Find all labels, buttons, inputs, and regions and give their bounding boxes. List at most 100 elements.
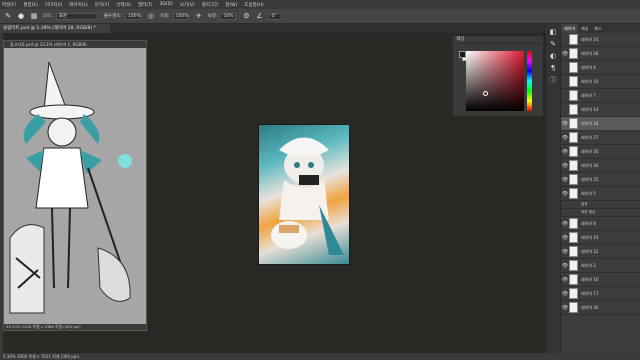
layer-name[interactable]: 레이어 27 [581,135,598,141]
layer-thumbnail [569,48,578,59]
brush-tool-icon[interactable]: ✎ [4,12,12,20]
layer-row[interactable]: 👁 레이어 19 [561,231,640,245]
layer-name[interactable]: 레이어 24 [581,37,598,43]
layer-name[interactable]: 레이어 14 [581,107,598,113]
layer-name[interactable]: 레이어 5 [581,191,596,197]
tab-layers[interactable]: 레이어 [561,24,579,33]
menu-layer[interactable]: 레이어(L) [69,2,87,8]
layer-row[interactable]: 👁 레이어 5 [561,187,640,201]
tab-channels[interactable]: 채널 [578,24,591,33]
layer-thumbnail [569,104,578,115]
opacity-field[interactable]: 100% [124,12,141,20]
foreground-color-swatch[interactable] [459,51,466,58]
layer-row[interactable]: 레이어 10 [561,75,640,89]
layer-name[interactable]: 레이어 26 [581,163,598,169]
layer-row[interactable]: 레이어 7 [561,89,640,103]
brush-panel-icon[interactable]: ✎ [546,38,560,50]
layer-name[interactable]: 레이어 28 [581,51,598,57]
menu-type[interactable]: 문자(Y) [95,2,110,8]
hue-slider[interactable] [527,51,532,111]
layer-row[interactable]: 👁 레이어 26 [561,159,640,173]
flow-field[interactable]: 100% [172,12,189,20]
visibility-eye-icon[interactable]: 👁 [561,235,569,241]
visibility-eye-icon[interactable]: 👁 [561,277,569,283]
layer-row[interactable]: 레이어 14 [561,103,640,117]
menu-plugins[interactable]: 플러그인 [202,2,219,8]
adjustments-icon[interactable]: ◐ [546,50,560,62]
visibility-eye-icon[interactable]: 👁 [561,149,569,155]
layer-name[interactable]: 레이어 19 [581,235,598,241]
pressure-opacity-icon[interactable]: ◎ [147,12,155,20]
visibility-eye-icon[interactable]: 👁 [561,177,569,183]
layer-name[interactable]: 레이어 22 [581,249,598,255]
menu-file[interactable]: 파일(F) [2,2,16,8]
reference-window-title[interactable]: 참고자료.psd @ 33.3% (레이어 1, RGB/8) [4,41,146,48]
layer-row[interactable]: 👁 레이어 8 [561,217,640,231]
menu-3d[interactable]: 3D(D) [160,2,173,7]
airbrush-icon[interactable]: ✈ [195,12,203,20]
layer-row[interactable]: 레이어 24 [561,33,640,47]
options-bar: ✎ ● ▦ 모드: 표준 불투명도: 100% ◎ 흐름: 100% ✈ 보정:… [0,9,640,24]
layer-row[interactable]: 👁 레이어 30 [561,301,640,315]
tab-paths[interactable]: 패스 [591,24,604,33]
panel-icon-bar: ◧ ✎ ◐ ¶ ⓘ [546,24,560,354]
layer-name[interactable]: 레이어 20 [581,149,598,155]
layer-name[interactable]: 레이어 25 [581,177,598,183]
layer-thumbnail [569,34,578,45]
layer-row[interactable]: 👁 레이어 28 [561,47,640,61]
visibility-eye-icon[interactable]: 👁 [561,249,569,255]
visibility-eye-icon[interactable]: 👁 [561,263,569,269]
saturation-brightness-field[interactable] [466,51,524,111]
layer-name[interactable]: 레이어 8 [581,221,596,227]
visibility-eye-icon[interactable]: 👁 [561,163,569,169]
visibility-eye-icon[interactable]: 👁 [561,121,569,127]
layer-name[interactable]: 레이어 7 [581,93,596,99]
smoothing-field[interactable]: 10% [220,12,237,20]
layer-row[interactable]: 레이어 4 [561,61,640,75]
brush-settings-icon[interactable]: ▦ [30,12,38,20]
visibility-eye-icon[interactable]: 👁 [561,291,569,297]
angle-field[interactable]: 0° [268,12,283,20]
layer-row[interactable]: 👁 레이어 16 [561,273,640,287]
color-picker-cursor[interactable] [483,91,488,96]
layer-thumbnail [569,90,578,101]
layer-row[interactable]: 👁 레이어 25 [561,173,640,187]
layer-row[interactable]: 👁 레이어 18 [561,117,640,131]
layer-row[interactable]: 👁 레이어 27 [561,131,640,145]
history-icon[interactable]: ◧ [546,26,560,38]
visibility-eye-icon[interactable]: 👁 [561,51,569,57]
layer-name[interactable]: 레이어 17 [581,291,598,297]
gear-icon[interactable]: ⚙ [242,12,250,20]
paragraph-icon[interactable]: ¶ [546,62,560,74]
brush-preset-icon[interactable]: ● [17,12,25,20]
main-artwork[interactable] [258,124,350,265]
info-icon[interactable]: ⓘ [546,74,560,86]
layer-effects-row[interactable]: 효과 [561,201,640,209]
mode-select[interactable]: 표준 [55,12,98,20]
document-tab[interactable]: 클립아트.psd @ 5.39% (레이어 28, RGB/8) * [0,24,110,33]
menu-image[interactable]: 이미지(I) [45,2,62,8]
layer-name[interactable]: 레이어 2 [581,263,596,269]
layer-row[interactable]: 👁 레이어 20 [561,145,640,159]
menu-window[interactable]: 창(W) [225,2,237,8]
visibility-eye-icon[interactable]: 👁 [561,305,569,311]
layer-name[interactable]: 레이어 18 [581,121,598,127]
menu-edit[interactable]: 편집(E) [23,2,38,8]
outer-glow-effect-row[interactable]: 외부 광선 [561,209,640,217]
layer-name[interactable]: 레이어 10 [581,79,598,85]
layer-row[interactable]: 👁 레이어 22 [561,245,640,259]
layer-thumbnail [569,232,578,243]
layer-name[interactable]: 레이어 4 [581,65,596,71]
layer-row[interactable]: 👁 레이어 17 [561,287,640,301]
layer-name[interactable]: 레이어 30 [581,305,598,311]
visibility-eye-icon[interactable]: 👁 [561,191,569,197]
menu-select[interactable]: 선택(S) [116,2,131,8]
visibility-eye-icon[interactable]: 👁 [561,135,569,141]
menu-help[interactable]: 도움말(H) [244,2,263,8]
layer-name[interactable]: 레이어 16 [581,277,598,283]
layer-row[interactable]: 👁 레이어 2 [561,259,640,273]
menu-view[interactable]: 보기(V) [180,2,195,8]
menu-filter[interactable]: 필터(T) [138,2,153,8]
reference-window[interactable]: 참고자료.psd @ 33.3% (레이어 1, RGB/8) 33.33% 2… [3,40,147,331]
visibility-eye-icon[interactable]: 👁 [561,221,569,227]
